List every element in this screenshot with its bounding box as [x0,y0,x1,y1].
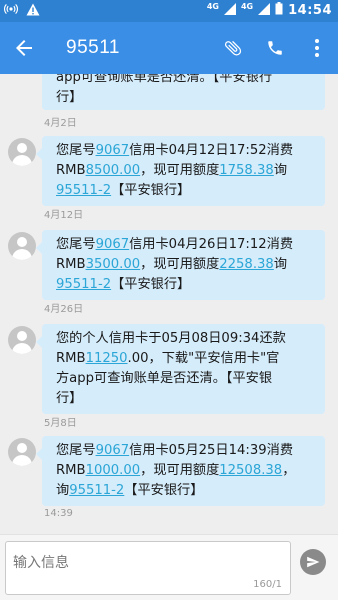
message-bubble[interactable]: 您尾号9067信用卡04月12日17:52消费 RMB8500.00，现可用额度1… [36,136,325,206]
message-thread[interactable]: app可查询账单是否还清。【平安银行 行】 4月2日 您尾号9067信用卡04月… [0,74,338,534]
more-vert-icon [315,39,319,57]
amount-link[interactable]: 1000.00 [86,463,141,478]
message-bubble[interactable]: app可查询账单是否还清。【平安银行 行】 [42,74,325,110]
phone-number-link[interactable]: 9067 [96,237,130,252]
amount-link[interactable]: 11250 [86,351,128,366]
contact-avatar[interactable] [8,438,36,466]
clock: 14:54 [288,2,332,18]
battery-icon [275,2,283,18]
amount-link[interactable]: 3500.00 [86,257,141,272]
message-timestamp: 4月2日 [44,118,77,129]
send-icon [307,556,320,568]
more-button[interactable] [296,22,338,74]
message-bubble[interactable]: 您尾号9067信用卡05月25日14:39消费 RMB1000.00，现可用额度1… [36,436,325,506]
message-input[interactable]: 输入信息 160/1 [5,541,291,595]
message-bubble[interactable]: 您的个人信用卡于05月08日09:34还款 RMB11250.00，下载"平安信用… [36,324,325,414]
back-arrow-icon [16,40,32,56]
message-timestamp: 4月12日 [44,210,84,221]
composer: 输入信息 160/1 [0,534,338,600]
warning-icon [26,3,40,19]
status-bar: 4G 4G 14:54 [0,0,338,22]
network-type-2: 4G [240,2,254,11]
message-timestamp: 4月26日 [44,304,84,315]
attach-button[interactable] [212,22,254,74]
amount-link[interactable]: 1758.38 [219,163,274,178]
phone-number-link[interactable]: 9067 [96,143,130,158]
hotspot-icon [4,2,18,19]
amount-link[interactable]: 2258.38 [219,257,274,272]
send-button[interactable] [300,549,326,575]
character-counter: 160/1 [253,579,282,590]
back-button[interactable] [0,22,48,74]
signal-icon [223,2,236,18]
message-timestamp: 14:39 [44,508,73,519]
conversation-title: 95511 [66,37,120,58]
message-timestamp: 5月8日 [44,418,77,429]
phone-number-link[interactable]: 95511-2 [56,277,111,292]
call-button[interactable] [254,22,296,74]
message-bubble[interactable]: 您尾号9067信用卡04月26日17:12消费 RMB3500.00，现可用额度2… [36,230,325,300]
contact-avatar[interactable] [8,232,36,260]
attachment-icon [224,40,242,56]
app-bar: 95511 [0,22,338,74]
phone-number-link[interactable]: 9067 [96,443,130,458]
message-input-placeholder: 输入信息 [13,555,69,571]
amount-link[interactable]: 8500.00 [86,163,141,178]
contact-avatar[interactable] [8,326,36,354]
phone-icon [268,41,282,55]
network-type-1: 4G [206,2,219,11]
signal-icon [258,2,271,18]
phone-number-link[interactable]: 95511-2 [56,183,111,198]
contact-avatar[interactable] [8,138,36,166]
phone-number-link[interactable]: 95511-2 [69,483,124,498]
amount-link[interactable]: 12508.38 [219,463,282,478]
